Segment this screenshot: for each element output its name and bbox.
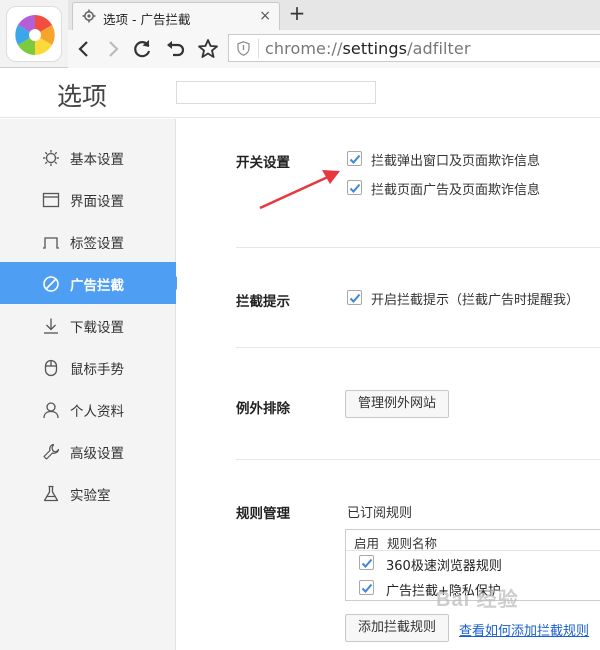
rule-enable-checkbox[interactable]	[359, 580, 374, 595]
sidebar-item-label: 界面设置	[70, 194, 124, 210]
block-hint-label: 开启拦截提示（拦截广告时提醒我）	[371, 293, 580, 308]
sidebar-item-tabs[interactable]: 标签设置	[0, 220, 176, 262]
section-divider	[236, 247, 600, 248]
sidebar-item-interface[interactable]: 界面设置	[0, 178, 176, 220]
sidebar-item-adblock[interactable]: 广告拦截	[0, 262, 182, 304]
sidebar-item-basic[interactable]: 基本设置	[0, 136, 176, 178]
download-icon	[44, 318, 58, 334]
browser-chrome: 选项 - 广告拦截 × + chrome://settings/adfilter	[0, 0, 600, 68]
baidu-watermark: Bai 经验	[436, 589, 519, 611]
star-icon[interactable]	[196, 37, 220, 61]
tab-title: 选项 - 广告拦截	[103, 12, 191, 27]
settings-search-input[interactable]	[176, 81, 376, 104]
browser-logo-icon	[6, 6, 62, 62]
address-divider	[258, 39, 259, 58]
page-title: 选项	[57, 82, 108, 111]
sidebar-item-label: 个人资料	[70, 404, 124, 420]
sidebar-item-profile[interactable]: 个人资料	[0, 388, 176, 430]
subscribed-rules-label: 已订阅规则	[347, 506, 413, 521]
checkbox-box[interactable]	[347, 151, 362, 166]
settings-sidebar: 基本设置 界面设置 标签设置 广告拦截 下载设置 鼠标手势 个人资料 高级设置 …	[0, 119, 182, 650]
sidebar-item-label: 广告拦截	[70, 278, 124, 294]
sidebar-item-label: 标签设置	[70, 236, 124, 252]
rule-enable-checkbox[interactable]	[359, 555, 374, 570]
block-popup-label: 拦截弹出窗口及页面欺诈信息	[371, 154, 541, 169]
annotation-arrow-icon	[259, 170, 340, 210]
back-icon[interactable]	[72, 37, 96, 61]
tab-strip: 选项 - 广告拦截 × +	[68, 0, 600, 30]
gear-icon	[82, 9, 96, 23]
mouse-icon	[44, 359, 58, 377]
adblock-settings-panel: 开关设置 拦截弹出窗口及页面欺诈信息 拦截页面广告及页面欺诈信息 拦截提示 开启…	[177, 119, 600, 650]
check-icon	[361, 558, 373, 568]
table-row: 360极速浏览器规则	[346, 551, 600, 575]
navigation-bar: chrome://settings/adfilter	[68, 30, 600, 68]
check-icon	[349, 183, 361, 193]
add-rule-button[interactable]: 添加拦截规则	[345, 614, 449, 642]
shield-icon	[237, 41, 250, 56]
hint-section-title: 拦截提示	[236, 294, 290, 310]
sidebar-item-download[interactable]: 下载设置	[0, 304, 176, 346]
page-header: 选项	[0, 68, 600, 118]
column-enable: 启用	[354, 536, 380, 551]
gear-icon	[43, 150, 59, 166]
reload-icon[interactable]	[130, 37, 154, 61]
section-divider	[236, 459, 600, 460]
checkbox-box[interactable]	[347, 290, 362, 305]
tab-icon	[43, 237, 59, 249]
rules-table-header: 启用 规则名称	[346, 530, 600, 551]
window-icon	[42, 192, 60, 208]
sidebar-item-label: 实验室	[70, 488, 111, 504]
close-icon[interactable]: ×	[259, 8, 271, 24]
flask-icon	[43, 485, 59, 502]
sidebar-item-label: 下载设置	[70, 320, 124, 336]
undo-icon[interactable]	[164, 37, 188, 61]
sidebar-item-label: 基本设置	[70, 152, 124, 168]
checkbox-box[interactable]	[347, 180, 362, 195]
check-icon	[349, 293, 361, 303]
block-page-ads-label: 拦截页面广告及页面欺诈信息	[371, 183, 541, 198]
address-host: settings	[342, 39, 408, 58]
wrench-icon	[43, 443, 60, 460]
address-bar[interactable]: chrome://settings/adfilter	[228, 34, 600, 62]
column-rule-name: 规则名称	[387, 536, 438, 551]
sidebar-item-gestures[interactable]: 鼠标手势	[0, 346, 176, 388]
rule-name: 360极速浏览器规则	[386, 559, 502, 574]
check-icon	[349, 154, 361, 164]
exception-section-title: 例外排除	[236, 401, 290, 417]
tab-settings[interactable]: 选项 - 广告拦截 ×	[72, 2, 280, 30]
check-icon	[361, 583, 373, 593]
forward-icon[interactable]	[101, 37, 125, 61]
sidebar-item-label: 鼠标手势	[70, 362, 124, 378]
section-divider	[236, 347, 600, 348]
block-icon	[43, 276, 59, 292]
rules-section-title: 规则管理	[236, 506, 290, 522]
user-icon	[43, 402, 59, 419]
manage-exceptions-button[interactable]: 管理例外网站	[345, 390, 449, 418]
sidebar-item-label: 高级设置	[70, 446, 124, 462]
sidebar-item-advanced[interactable]: 高级设置	[0, 430, 176, 472]
address-url: chrome://settings/adfilter	[265, 39, 471, 58]
new-tab-button[interactable]: +	[286, 3, 308, 25]
how-to-add-rules-link[interactable]: 查看如何添加拦截规则	[459, 620, 589, 639]
sidebar-item-lab[interactable]: 实验室	[0, 472, 176, 514]
